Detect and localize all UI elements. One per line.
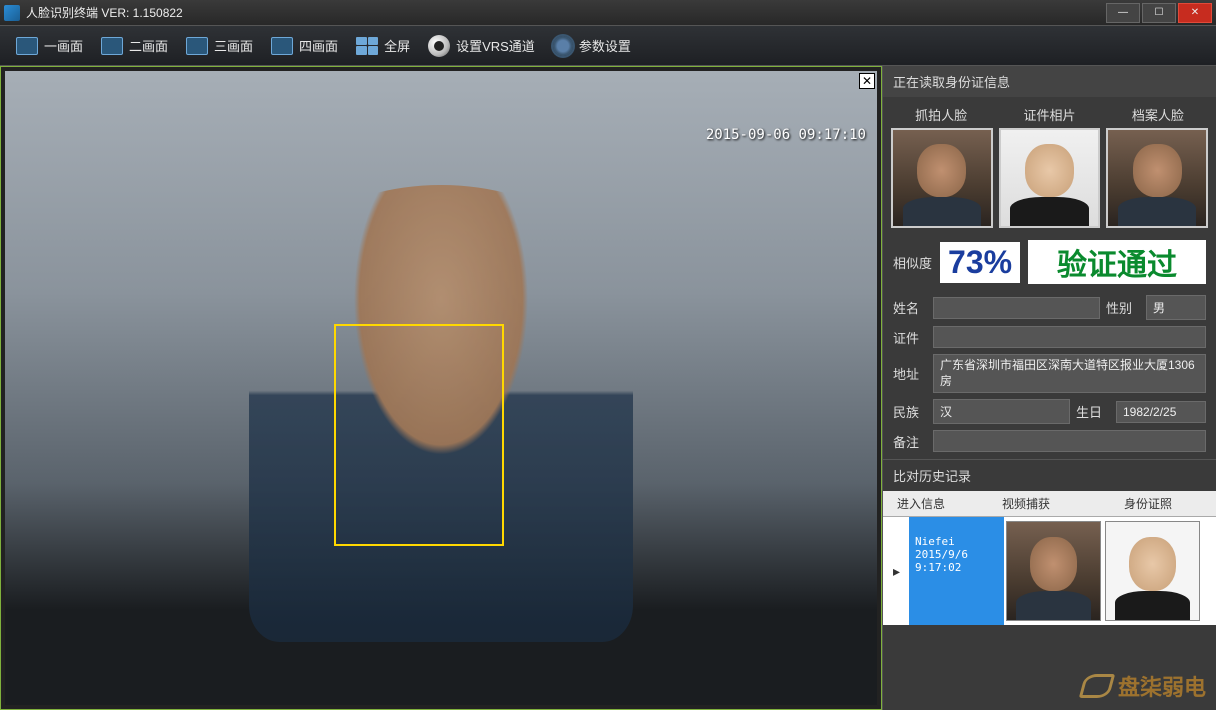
id-photo-label: 证件相片 (1023, 105, 1075, 124)
fullscreen-icon (356, 37, 378, 55)
titlebar: 人脸识别终端 VER: 1.150822 — ☐ ✕ (0, 0, 1216, 26)
maximize-button[interactable]: ☐ (1142, 3, 1176, 23)
id-reading-status: 正在读取身份证信息 (883, 66, 1216, 97)
archive-face-label: 档案人脸 (1132, 105, 1184, 124)
close-button[interactable]: ✕ (1178, 3, 1212, 23)
single-pane-icon (16, 37, 38, 55)
watermark-text: 盘柒弱电 (1118, 670, 1206, 702)
vrs-channel-button[interactable]: 设置VRS通道 (420, 31, 543, 61)
side-panel: 正在读取身份证信息 抓拍人脸 证件相片 档案人脸 相似度 73% 验证通过 姓名… (882, 66, 1216, 710)
address-row: 地址 广东省深圳市福田区深南大道特区报业大厦1306房 (883, 351, 1216, 396)
id-label: 证件 (893, 328, 927, 347)
gear-icon (553, 36, 573, 56)
remark-value (933, 430, 1206, 452)
history-row-indicator-icon: ▸ (893, 517, 909, 625)
history-title: 比对历史记录 (883, 459, 1216, 491)
remark-row: 备注 (883, 427, 1216, 455)
verification-status: 验证通过 (1028, 240, 1206, 284)
thumbnail-labels: 抓拍人脸 证件相片 档案人脸 (883, 97, 1216, 128)
id-row: 证件 (883, 323, 1216, 351)
history-col-video: 视频捕获 (996, 493, 1118, 514)
address-label: 地址 (893, 364, 927, 383)
toolbar: 一画面 二画面 三画面 四画面 全屏 设置VRS通道 参数设置 (0, 26, 1216, 66)
minimize-button[interactable]: — (1106, 3, 1140, 23)
history-columns: 进入信息 视频捕获 身份证照 (883, 491, 1216, 517)
history-id-thumb (1105, 521, 1200, 621)
nation-label: 民族 (893, 402, 927, 421)
camera-icon (428, 35, 450, 57)
id-photo-thumb[interactable] (999, 128, 1101, 228)
similarity-row: 相似度 73% 验证通过 (883, 236, 1216, 292)
view-3-button[interactable]: 三画面 (178, 32, 261, 59)
history-col-info: 进入信息 (891, 493, 996, 514)
settings-button[interactable]: 参数设置 (545, 32, 639, 60)
fullscreen-button[interactable]: 全屏 (348, 32, 418, 59)
gender-value: 男 (1146, 295, 1206, 320)
history-entry-info: Niefei 2015/9/6 9:17:02 (909, 517, 1004, 625)
thumbnail-row (883, 128, 1216, 236)
nation-value: 汉 (933, 399, 1070, 424)
watermark-logo-icon (1079, 674, 1115, 698)
address-value: 广东省深圳市福田区深南大道特区报业大厦1306房 (933, 354, 1206, 393)
birth-value: 1982/2/25 (1116, 401, 1206, 423)
face-detection-box (334, 324, 504, 546)
history-col-idphoto: 身份证照 (1118, 493, 1208, 514)
name-label: 姓名 (893, 298, 927, 317)
four-pane-icon (271, 37, 293, 55)
gender-label: 性别 (1106, 298, 1140, 317)
birth-label: 生日 (1076, 402, 1110, 421)
name-value (933, 297, 1100, 319)
two-pane-icon (101, 37, 123, 55)
capture-face-label: 抓拍人脸 (915, 105, 967, 124)
view-1-button[interactable]: 一画面 (8, 32, 91, 59)
main-area: 2015-09-06 09:17:10 ✕ 正在读取身份证信息 抓拍人脸 证件相… (0, 66, 1216, 710)
name-row: 姓名 性别 男 (883, 292, 1216, 323)
id-value (933, 326, 1206, 348)
nation-row: 民族 汉 生日 1982/2/25 (883, 396, 1216, 427)
three-pane-icon (186, 37, 208, 55)
history-row[interactable]: ▸ Niefei 2015/9/6 9:17:02 (883, 517, 1216, 625)
history-video-thumb (1006, 521, 1101, 621)
captured-face-thumb[interactable] (891, 128, 993, 228)
view-2-button[interactable]: 二画面 (93, 32, 176, 59)
remark-label: 备注 (893, 432, 927, 451)
window-title: 人脸识别终端 VER: 1.150822 (26, 4, 183, 21)
similarity-value: 73% (940, 242, 1020, 283)
window-controls: — ☐ ✕ (1104, 3, 1212, 23)
video-timestamp: 2015-09-06 09:17:10 (706, 127, 866, 143)
watermark: 盘柒弱电 (1082, 670, 1206, 702)
video-pane[interactable]: 2015-09-06 09:17:10 ✕ (0, 66, 882, 710)
view-4-button[interactable]: 四画面 (263, 32, 346, 59)
app-icon (4, 5, 20, 21)
archive-face-thumb[interactable] (1106, 128, 1208, 228)
similarity-label: 相似度 (893, 253, 932, 272)
close-overlay-button[interactable]: ✕ (859, 73, 875, 89)
